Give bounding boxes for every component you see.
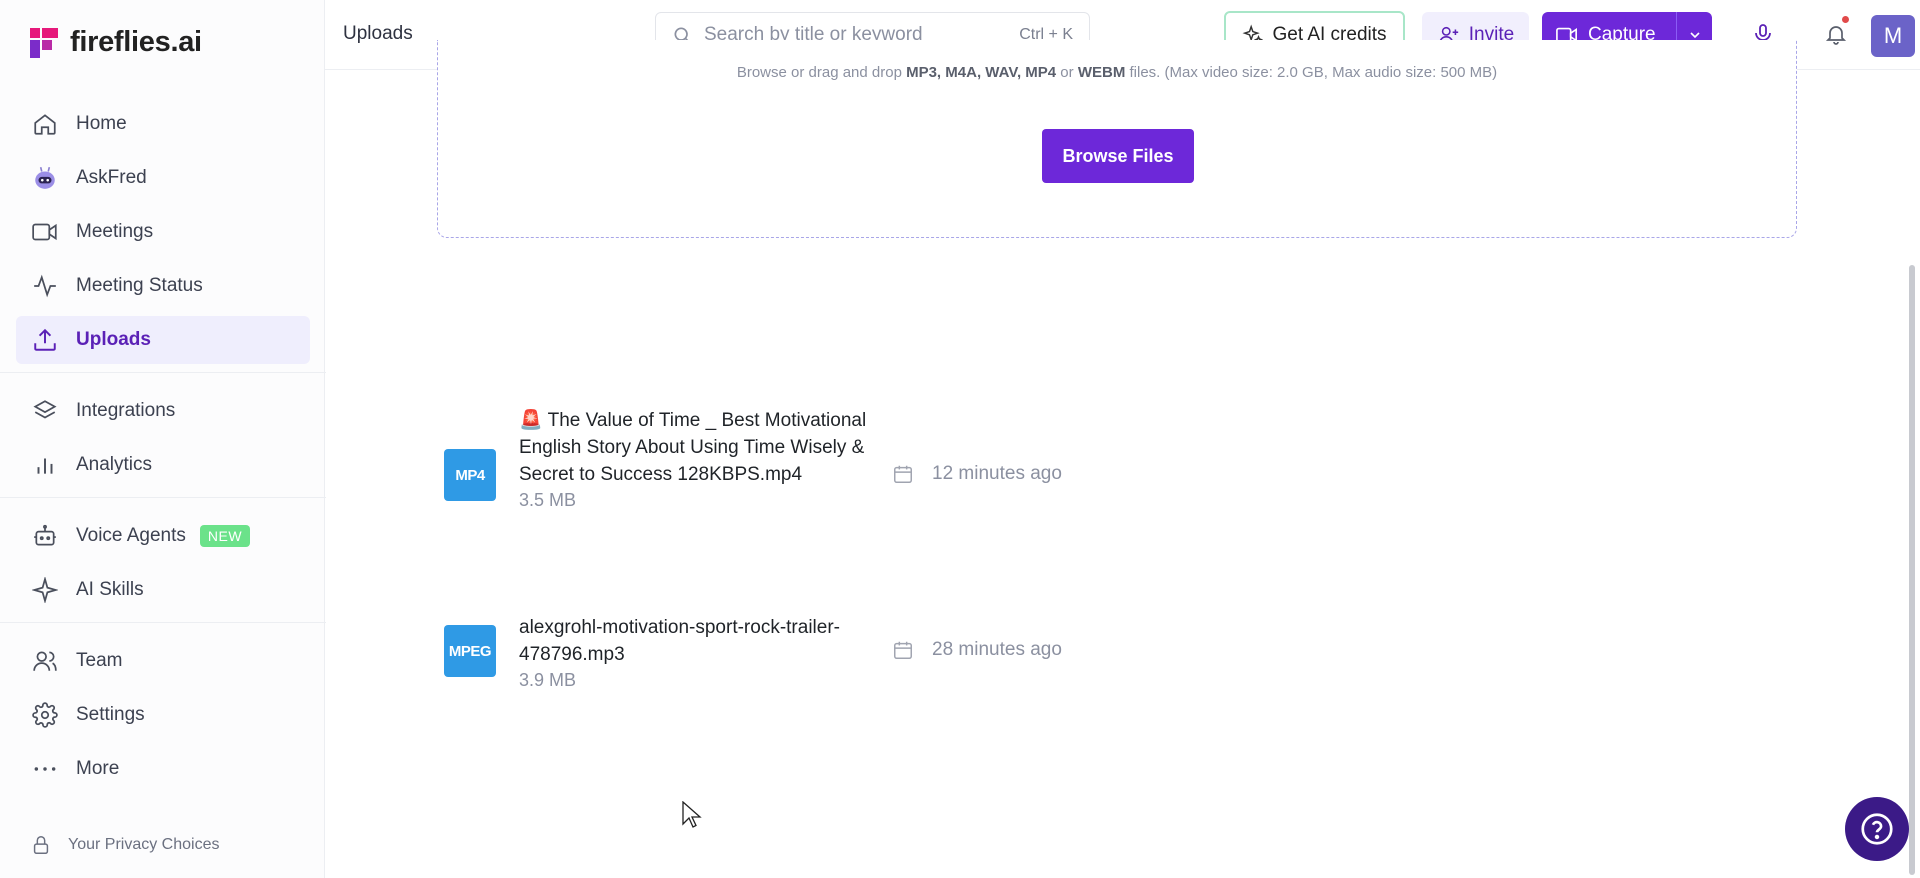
sidebar-item-uploads[interactable]: Uploads (16, 316, 310, 364)
mouse-cursor-icon (682, 801, 702, 828)
notifications-button[interactable] (1820, 14, 1852, 50)
sidebar-item-meetings[interactable]: Meetings (16, 208, 310, 256)
dropzone-hint-suffix: files. (Max video size: 2.0 GB, Max audi… (1125, 64, 1498, 81)
sidebar-divider (0, 497, 326, 498)
lock-icon (33, 836, 49, 854)
file-info: 🚨 The Value of Time _ Best Motivational … (519, 407, 879, 511)
file-name[interactable]: alexgrohl-motivation-sport-rock-trailer-… (519, 614, 879, 668)
help-button[interactable] (1845, 797, 1909, 861)
dropzone-hint-webm: WEBM (1077, 64, 1126, 81)
avatar[interactable]: M (1871, 15, 1915, 57)
sidebar-item-meeting-status[interactable]: Meeting Status (16, 262, 310, 310)
file-size: 3.5 MB (519, 490, 577, 510)
file-name[interactable]: 🚨 The Value of Time _ Best Motivational … (519, 407, 879, 488)
file-type-icon: MPEG (444, 625, 496, 677)
new-badge: NEW (199, 525, 251, 547)
brand-name: fireflies.ai (70, 26, 202, 58)
list-item[interactable]: MP4 🚨 The Value of Time _ Best Motivatio… (444, 410, 1062, 510)
sidebar-item-analytics[interactable]: Analytics (16, 441, 310, 489)
dropzone-hint-prefix: Browse or drag and drop (736, 64, 907, 81)
gear-icon (30, 700, 60, 730)
file-size: 3.9 MB (519, 670, 577, 690)
sidebar-item-askfred[interactable]: AskFred (16, 154, 310, 202)
file-timestamp: 12 minutes ago (892, 463, 1062, 485)
notification-dot (1840, 14, 1851, 25)
sidebar-item-label: Team (76, 650, 123, 671)
file-time-label: 12 minutes ago (932, 463, 1062, 484)
calendar-icon (894, 465, 912, 483)
sidebar: fireflies.ai Home AskFred Meetings Meeti… (0, 0, 326, 878)
file-info: alexgrohl-motivation-sport-rock-trailer-… (519, 614, 879, 691)
robot-icon (30, 163, 60, 193)
layers-icon (30, 396, 60, 426)
page-title: Uploads (343, 23, 413, 44)
sidebar-item-voice-agents[interactable]: Voice Agents NEW (16, 512, 310, 560)
video-icon (30, 217, 60, 247)
sidebar-item-integrations[interactable]: Integrations (16, 387, 310, 435)
file-timestamp: 28 minutes ago (892, 639, 1062, 661)
sidebar-nav: Home AskFred Meetings Meeting Status Upl… (0, 100, 326, 799)
file-type-icon: MP4 (444, 449, 496, 501)
fireflies-logo-icon (30, 27, 58, 58)
sidebar-item-label: Voice Agents (76, 525, 186, 546)
help-icon (1861, 813, 1893, 845)
sidebar-item-label: Analytics (76, 454, 153, 475)
bar-chart-icon (30, 450, 60, 480)
home-icon (30, 109, 60, 139)
dropzone-hint-formats: MP3, M4A, WAV, MP4 (906, 64, 1057, 81)
sidebar-item-label: Integrations (76, 400, 176, 421)
sidebar-item-label: AI Skills (76, 579, 144, 600)
sidebar-item-more[interactable]: More (16, 745, 310, 793)
scrollbar-thumb[interactable] (1909, 265, 1915, 875)
users-icon (30, 646, 60, 676)
sidebar-item-team[interactable]: Team (16, 637, 310, 685)
privacy-choices-label: Your Privacy Choices (68, 836, 220, 853)
sidebar-item-label: Meetings (76, 221, 154, 242)
sidebar-item-label: AskFred (76, 167, 147, 188)
sidebar-divider (0, 372, 326, 373)
sidebar-item-ai-skills[interactable]: AI Skills (16, 566, 310, 614)
sidebar-item-label: Settings (76, 704, 145, 725)
file-time-label: 28 minutes ago (932, 639, 1062, 660)
brand-logo[interactable]: fireflies.ai (30, 26, 202, 59)
calendar-icon (894, 641, 912, 659)
privacy-choices-link[interactable]: Your Privacy Choices (30, 834, 219, 856)
upload-icon (30, 325, 60, 355)
sidebar-item-label: Home (76, 113, 127, 134)
sidebar-divider (0, 622, 326, 623)
sidebar-item-label: Uploads (76, 329, 151, 350)
sidebar-item-settings[interactable]: Settings (16, 691, 310, 739)
bot-icon (30, 521, 60, 551)
list-item[interactable]: MPEG alexgrohl-motivation-sport-rock-tra… (444, 617, 1062, 690)
sidebar-item-home[interactable]: Home (16, 100, 310, 148)
browse-files-button[interactable]: Browse Files (1042, 129, 1194, 183)
sidebar-item-label: More (76, 758, 120, 779)
dropzone-hint-or: or (1056, 64, 1078, 81)
sidebar-item-label: Meeting Status (76, 275, 203, 296)
sparkle-icon (30, 575, 60, 605)
upload-dropzone[interactable]: Browse or drag and drop MP3, M4A, WAV, M… (437, 40, 1797, 238)
more-icon (30, 754, 60, 784)
dropzone-hint: Browse or drag and drop MP3, M4A, WAV, M… (438, 64, 1796, 81)
activity-icon (30, 271, 60, 301)
